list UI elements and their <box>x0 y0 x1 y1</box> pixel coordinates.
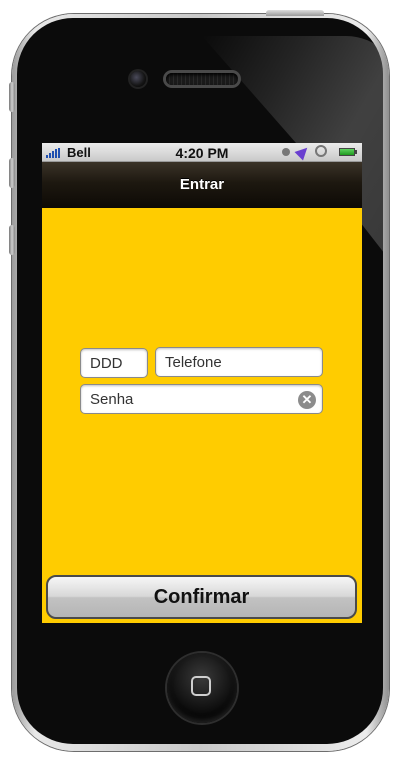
battery-tip <box>355 150 357 154</box>
password-value: Senha <box>90 391 134 408</box>
speaker-grille <box>166 73 238 85</box>
confirm-button[interactable]: Confirmar <box>46 575 357 619</box>
moon-icon <box>282 148 290 156</box>
rotation-lock-icon <box>315 145 327 157</box>
password-input[interactable]: Senha ✕ <box>80 384 323 414</box>
app-screen: Bell 4:20 PM Entrar DDD Telefone Senha ✕… <box>42 143 362 623</box>
clear-icon[interactable]: ✕ <box>298 391 316 409</box>
status-time: 4:20 PM <box>175 145 229 161</box>
mute-switch <box>9 82 15 112</box>
volume-up-button <box>9 158 15 188</box>
status-bar: Bell 4:20 PM <box>42 143 362 162</box>
volume-down-button <box>9 225 15 255</box>
page-title: Entrar <box>179 176 225 193</box>
home-button-icon <box>191 676 211 696</box>
power-button <box>266 10 324 16</box>
camera-icon <box>130 71 146 87</box>
ddd-input[interactable]: DDD <box>80 348 148 378</box>
navigation-bar: Entrar <box>42 162 362 208</box>
battery-icon <box>339 148 355 156</box>
phone-input[interactable]: Telefone <box>155 347 323 377</box>
